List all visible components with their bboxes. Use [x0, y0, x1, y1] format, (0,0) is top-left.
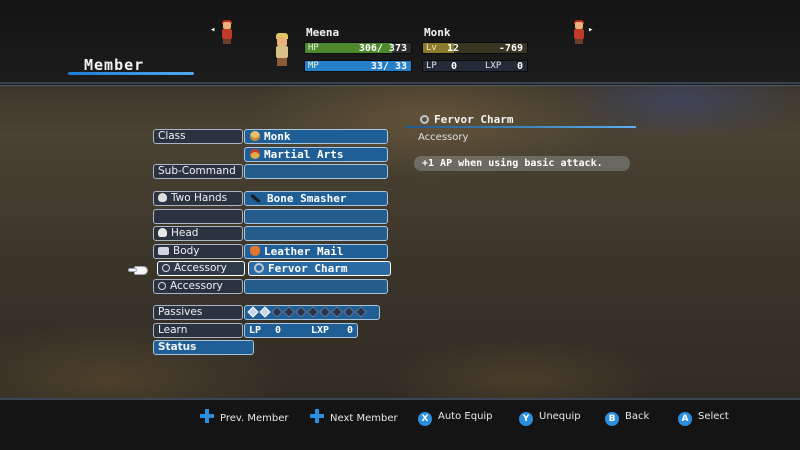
class-slot[interactable]: Monk: [244, 129, 388, 144]
mp-value: 33/ 33: [370, 61, 407, 72]
two-hands-value: Bone Smasher: [267, 192, 347, 205]
head-slot[interactable]: [244, 226, 388, 241]
accessory-2-slot[interactable]: [244, 279, 388, 294]
staff-icon: [250, 193, 261, 204]
b-button-icon: B: [605, 412, 619, 426]
sub-command-label: Sub-Command: [153, 164, 243, 179]
learn-lp-label: LP: [249, 325, 262, 336]
body-value: Leather Mail: [264, 245, 344, 258]
exp-to-next-value: -769: [498, 43, 523, 54]
y-button-icon: Y: [519, 412, 533, 426]
ring-icon: [158, 282, 166, 290]
accessory-1-slot[interactable]: Fervor Charm: [248, 261, 391, 276]
lp-label: LP: [426, 61, 437, 71]
charm-icon: [254, 263, 264, 273]
body-armor-icon: [158, 247, 169, 255]
hint-next-member[interactable]: Next Member: [310, 409, 398, 425]
current-member-sprite: [273, 33, 291, 67]
passives-label: Passives: [153, 305, 243, 320]
prev-member-arrow-icon[interactable]: ◂: [210, 25, 215, 35]
hint-select[interactable]: A Select: [678, 409, 729, 426]
next-member-arrow-icon[interactable]: ▸: [588, 25, 593, 35]
character-name: Meena: [306, 26, 340, 39]
learn-lxp-label: LXP: [311, 325, 330, 336]
lxp-label: LXP: [485, 61, 502, 71]
dpad-right-icon: [310, 409, 324, 423]
monk-face-icon: [250, 131, 260, 141]
hint-back[interactable]: B Back: [605, 409, 649, 426]
status-button[interactable]: Status: [153, 340, 254, 355]
body-slot[interactable]: Leather Mail: [244, 244, 388, 259]
armor-icon: [250, 246, 260, 256]
sub-command-slot[interactable]: [244, 164, 388, 179]
lxp-value: 0: [516, 61, 523, 72]
martial-arts-icon: [250, 149, 260, 159]
level-label: Lv: [426, 43, 437, 53]
item-info-underline: [406, 126, 636, 128]
mp-label: MP: [308, 61, 319, 71]
head-label: Head: [153, 226, 243, 241]
class-skill-slot[interactable]: Martial Arts: [244, 147, 388, 162]
accessory-1-value: Fervor Charm: [268, 262, 348, 275]
learn-label: Learn: [153, 323, 243, 338]
blank-slot[interactable]: [244, 209, 388, 224]
learn-slot[interactable]: LP 0 LXP 0: [244, 323, 358, 338]
hp-value: 306/ 373: [358, 43, 407, 54]
accessory-1-label: Accessory: [157, 261, 245, 276]
item-info-name: Fervor Charm: [434, 113, 514, 126]
body-label: Body: [153, 244, 243, 259]
two-hands-label: Two Hands: [153, 191, 243, 206]
title-underline: [68, 72, 194, 75]
blank-label: [153, 209, 243, 224]
mp-bar: MP 33/ 33: [304, 60, 412, 72]
hint-auto-equip[interactable]: X Auto Equip: [418, 409, 493, 426]
class-label: Class: [153, 129, 243, 144]
item-info-title: Fervor Charm: [420, 113, 513, 126]
level-value: 12: [447, 43, 460, 54]
next-member-sprite[interactable]: [572, 20, 586, 44]
hp-label: HP: [308, 43, 319, 53]
two-hands-slot[interactable]: Bone Smasher: [244, 191, 388, 206]
character-job: Monk: [424, 26, 451, 39]
prev-member-sprite[interactable]: [220, 20, 234, 44]
helmet-icon: [158, 228, 167, 237]
item-effect-description: +1 AP when using basic attack.: [414, 156, 630, 171]
learn-lp-value: 0: [275, 325, 282, 336]
pointing-hand-cursor-icon: [128, 265, 154, 276]
item-info-type: Accessory: [418, 132, 469, 143]
hint-prev-member[interactable]: Prev. Member: [200, 409, 289, 425]
class-value: Monk: [264, 130, 291, 143]
hp-bar: HP 306/ 373: [304, 42, 412, 54]
fist-icon: [158, 193, 167, 202]
hint-unequip[interactable]: Y Unequip: [519, 409, 581, 426]
header-divider: [0, 82, 800, 84]
a-button-icon: A: [678, 412, 692, 426]
dpad-left-icon: [200, 409, 214, 423]
lp-bar: LP 0 LXP 0: [422, 60, 528, 72]
level-bar: Lv 12 -769: [422, 42, 528, 54]
class-skill-value: Martial Arts: [264, 148, 344, 161]
x-button-icon: X: [418, 412, 432, 426]
lp-value: 0: [451, 61, 458, 72]
accessory-2-label: Accessory: [153, 279, 243, 294]
ring-icon: [162, 264, 170, 272]
charm-icon: [420, 115, 429, 124]
learn-lxp-value: 0: [347, 325, 354, 336]
